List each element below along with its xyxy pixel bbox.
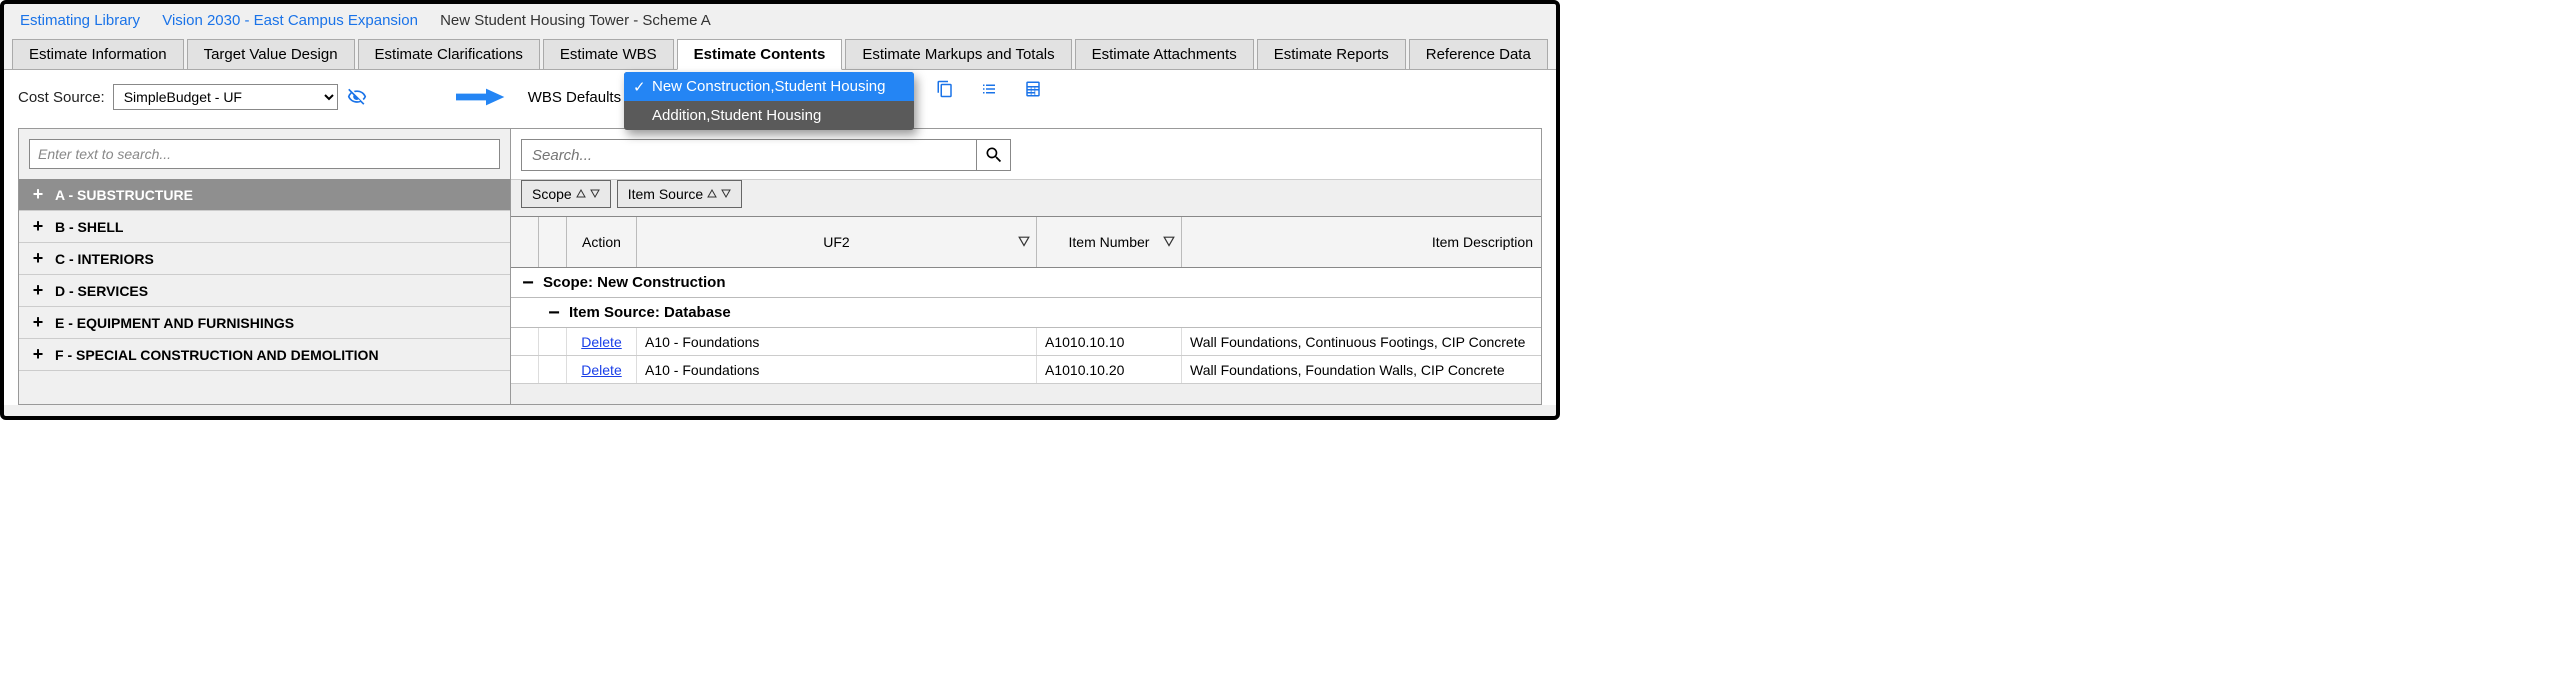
group-filter-bar: Scope Item Source — [511, 180, 1541, 216]
cell-item-description: Wall Foundations, Foundation Walls, CIP … — [1182, 356, 1541, 383]
cell-item-description: Wall Foundations, Continuous Footings, C… — [1182, 328, 1541, 355]
toolbar-icons — [934, 78, 1044, 100]
arrow-indicator-icon — [456, 84, 516, 110]
group-scope-label: Scope — [532, 186, 572, 202]
column-item-number[interactable]: Item Number — [1037, 217, 1182, 267]
tab-target-value-design[interactable]: Target Value Design — [187, 39, 355, 70]
tree-item-f-special[interactable]: + F - SPECIAL CONSTRUCTION AND DEMOLITIO… — [19, 339, 510, 371]
breadcrumb-project-link[interactable]: Vision 2030 - East Campus Expansion — [162, 12, 418, 29]
filter-icon — [721, 189, 731, 199]
visibility-off-icon[interactable] — [346, 86, 368, 108]
app-frame: Estimating Library Vision 2030 - East Ca… — [0, 0, 1560, 420]
items-grid-panel: Scope Item Source Action UF2 — [511, 128, 1542, 405]
calculator-icon[interactable] — [1022, 78, 1044, 100]
column-item-description[interactable]: Item Description — [1182, 217, 1541, 267]
tab-estimate-information[interactable]: Estimate Information — [12, 39, 184, 70]
tab-bar: Estimate Information Target Value Design… — [4, 39, 1556, 70]
tree-item-d-services[interactable]: + D - SERVICES — [19, 275, 510, 307]
tree-item-e-equipment[interactable]: + E - EQUIPMENT AND FURNISHINGS — [19, 307, 510, 339]
workspace: Cost Source: SimpleBudget - UF WBS Defau… — [4, 69, 1556, 405]
expand-icon[interactable]: + — [29, 280, 47, 301]
group-row-scope[interactable]: − Scope: New Construction — [511, 268, 1541, 298]
tab-reference-data[interactable]: Reference Data — [1409, 39, 1548, 70]
filter-icon[interactable] — [1018, 236, 1030, 248]
tree-item-c-interiors[interactable]: + C - INTERIORS — [19, 243, 510, 275]
tree-item-label: A - SUBSTRUCTURE — [55, 187, 193, 203]
tree-item-label: D - SERVICES — [55, 283, 148, 299]
group-item-source-label: Item Source — [628, 186, 703, 202]
tab-estimate-attachments[interactable]: Estimate Attachments — [1075, 39, 1254, 70]
breadcrumb-library-link[interactable]: Estimating Library — [20, 12, 140, 29]
tree-item-label: E - EQUIPMENT AND FURNISHINGS — [55, 315, 294, 331]
table-row: Delete A10 - Foundations A1010.10.10 Wal… — [511, 328, 1541, 356]
cell-spacer — [511, 328, 539, 355]
content-split: Enter text to search... + A - SUBSTRUCTU… — [18, 128, 1542, 405]
sort-asc-icon — [707, 189, 717, 199]
column-spacer — [539, 217, 567, 267]
expand-icon[interactable]: + — [29, 344, 47, 365]
wbs-defaults-dropdown[interactable]: New Construction,Student Housing Additio… — [624, 72, 914, 130]
cost-source-label: Cost Source: — [18, 89, 105, 106]
group-item-source-button[interactable]: Item Source — [617, 180, 742, 208]
tab-estimate-wbs[interactable]: Estimate WBS — [543, 39, 674, 70]
column-action[interactable]: Action — [567, 217, 637, 267]
search-icon[interactable] — [976, 140, 1010, 170]
column-uf2-label: UF2 — [823, 234, 849, 250]
tree-item-a-substructure[interactable]: + A - SUBSTRUCTURE — [19, 179, 510, 211]
cell-action: Delete — [567, 356, 637, 383]
tree-item-b-shell[interactable]: + B - SHELL — [19, 211, 510, 243]
dropdown-option-new-construction[interactable]: New Construction,Student Housing — [624, 72, 914, 101]
delete-link[interactable]: Delete — [581, 334, 621, 350]
tab-estimate-contents[interactable]: Estimate Contents — [677, 39, 843, 70]
copy-icon[interactable] — [934, 78, 956, 100]
collapse-icon[interactable]: − — [545, 306, 563, 320]
group-row-label: Item Source: Database — [569, 304, 731, 321]
cell-uf2: A10 - Foundations — [637, 328, 1037, 355]
tab-estimate-markups[interactable]: Estimate Markups and Totals — [845, 39, 1071, 70]
cell-uf2: A10 - Foundations — [637, 356, 1037, 383]
wbs-defaults-label: WBS Defaults — [528, 89, 621, 106]
column-item-number-label: Item Number — [1069, 234, 1150, 250]
column-spacer — [511, 217, 539, 267]
expand-icon[interactable]: + — [29, 184, 47, 205]
sort-asc-icon — [576, 189, 586, 199]
tree-item-label: F - SPECIAL CONSTRUCTION AND DEMOLITION — [55, 347, 379, 363]
expand-icon[interactable]: + — [29, 312, 47, 333]
grid-search — [521, 139, 1011, 171]
tree-item-label: B - SHELL — [55, 219, 123, 235]
cell-spacer — [511, 356, 539, 383]
tab-estimate-clarifications[interactable]: Estimate Clarifications — [358, 39, 540, 70]
tab-estimate-reports[interactable]: Estimate Reports — [1257, 39, 1406, 70]
filter-icon[interactable] — [1163, 236, 1175, 248]
expand-icon[interactable]: + — [29, 216, 47, 237]
cell-item-number: A1010.10.10 — [1037, 328, 1182, 355]
dropdown-option-addition[interactable]: Addition,Student Housing — [624, 101, 914, 130]
tree-search-input[interactable]: Enter text to search... — [29, 139, 500, 169]
filter-icon — [590, 189, 600, 199]
tree-item-label: C - INTERIORS — [55, 251, 154, 267]
cell-item-number: A1010.10.20 — [1037, 356, 1182, 383]
delete-link[interactable]: Delete — [581, 362, 621, 378]
group-scope-button[interactable]: Scope — [521, 180, 611, 208]
group-row-item-source[interactable]: − Item Source: Database — [511, 298, 1541, 328]
expand-icon[interactable]: + — [29, 248, 47, 269]
grid-search-input[interactable] — [522, 141, 976, 170]
list-icon[interactable] — [978, 78, 1000, 100]
collapse-icon[interactable]: − — [519, 276, 537, 290]
cost-source-select[interactable]: SimpleBudget - UF — [113, 84, 338, 110]
table-row: Delete A10 - Foundations A1010.10.20 Wal… — [511, 356, 1541, 384]
cell-action: Delete — [567, 328, 637, 355]
breadcrumb: Estimating Library Vision 2030 - East Ca… — [4, 4, 1556, 39]
breadcrumb-current: New Student Housing Tower - Scheme A — [440, 12, 711, 29]
wbs-tree-panel: Enter text to search... + A - SUBSTRUCTU… — [18, 128, 511, 405]
cell-spacer — [539, 356, 567, 383]
grid-header: Action UF2 Item Number Item Description — [511, 216, 1541, 268]
group-row-label: Scope: New Construction — [543, 274, 726, 291]
cell-spacer — [539, 328, 567, 355]
column-uf2[interactable]: UF2 — [637, 217, 1037, 267]
